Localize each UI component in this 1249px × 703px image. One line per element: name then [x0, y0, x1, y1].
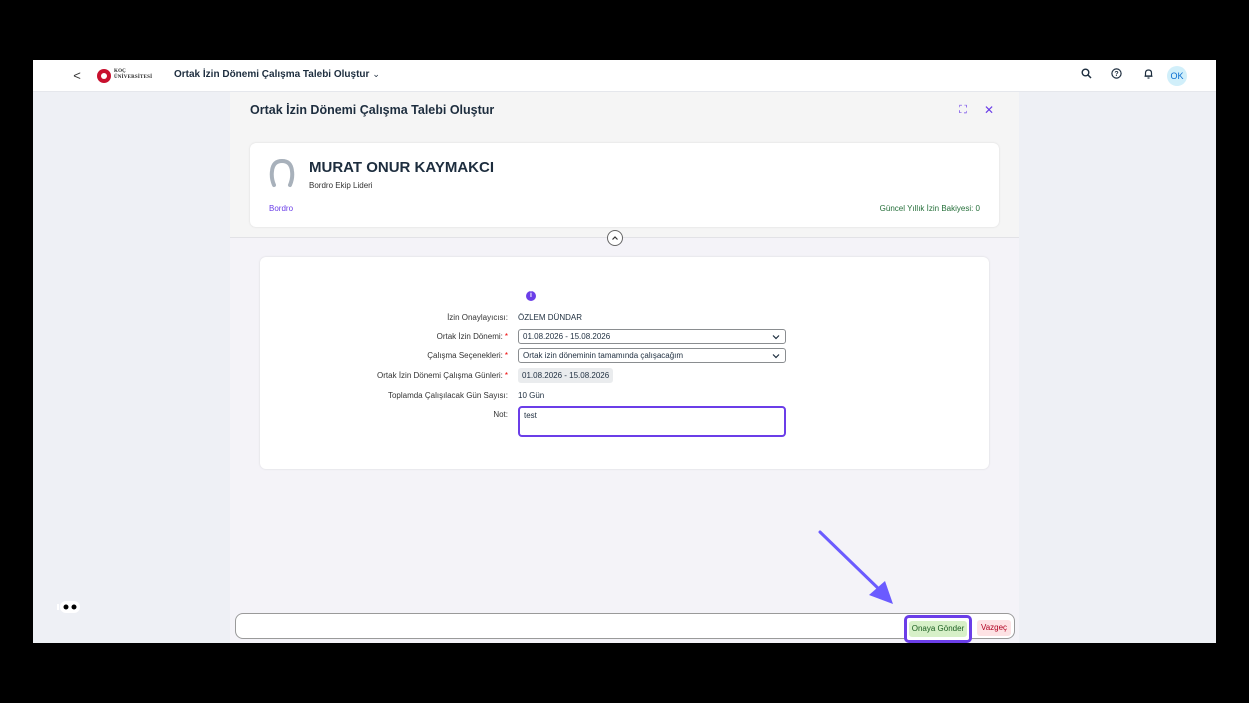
- period-label-text: Ortak İzin Dönemi:: [436, 332, 503, 341]
- required-marker: *: [504, 371, 508, 380]
- side-widget-icon[interactable]: [57, 601, 81, 613]
- period-label: Ortak İzin Dönemi: *: [437, 332, 508, 341]
- dialog-header: Ortak İzin Dönemi Çalışma Talebi Oluştur…: [230, 92, 1019, 238]
- leave-balance: Güncel Yıllık İzin Bakiyesi: 0: [879, 204, 980, 213]
- close-icon[interactable]: ✕: [982, 103, 996, 117]
- approver-value: ÖZLEM DÜNDAR: [518, 313, 583, 322]
- notification-bell-icon[interactable]: [1140, 68, 1156, 84]
- employee-role: Bordro Ekip Lideri: [309, 181, 373, 190]
- work-days-token[interactable]: 01.08.2026 - 15.08.2026: [518, 368, 614, 383]
- approver-label: İzin Onaylayıcısı:: [447, 313, 508, 322]
- app-title: Ortak İzin Dönemi Çalışma Talebi Oluştur: [174, 69, 370, 80]
- app-frame: < KOÇ ÜNİVERSİTESİ Ortak İzin Dönemi Çal…: [33, 60, 1216, 643]
- chevron-down-icon: [772, 349, 780, 364]
- user-avatar[interactable]: OK: [1167, 66, 1187, 86]
- dialog-footer: Onaya Gönder Vazgeç: [235, 613, 1015, 643]
- back-icon[interactable]: <: [69, 68, 85, 84]
- note-label: Not:: [493, 410, 508, 419]
- work-days-label: Ortak İzin Dönemi Çalışma Günleri: *: [377, 371, 508, 380]
- period-select-value: 01.08.2026 - 15.08.2026: [523, 332, 611, 341]
- department-link[interactable]: Bordro: [269, 204, 293, 213]
- fullscreen-icon[interactable]: ⛶: [956, 103, 970, 117]
- total-days-label: Toplamda Çalışılacak Gün Sayısı:: [387, 391, 508, 400]
- collapse-header-button[interactable]: [607, 230, 623, 246]
- options-label: Çalışma Seçenekleri: *: [427, 351, 508, 360]
- annotation-arrow-icon: [818, 530, 893, 604]
- svg-text:?: ?: [1114, 71, 1118, 78]
- period-select[interactable]: 01.08.2026 - 15.08.2026: [518, 329, 786, 344]
- logo-text: KOÇ ÜNİVERSİTESİ: [114, 69, 152, 81]
- logo-emblem-icon: [97, 69, 111, 83]
- options-label-text: Çalışma Seçenekleri:: [427, 351, 503, 360]
- logo-line-2: ÜNİVERSİTESİ: [114, 75, 153, 80]
- required-marker: *: [504, 332, 508, 341]
- required-marker: *: [504, 351, 508, 360]
- cancel-button[interactable]: Vazgeç: [977, 620, 1011, 636]
- search-icon[interactable]: [1078, 68, 1094, 84]
- request-form: i İzin Onaylayıcısı: ÖZLEM DÜNDAR Ortak …: [260, 257, 989, 469]
- send-button-label: Onaya Gönder: [909, 621, 967, 637]
- total-days-value: 10 Gün: [518, 391, 545, 400]
- info-icon[interactable]: i: [526, 291, 536, 301]
- person-placeholder-icon: [269, 158, 295, 188]
- employee-card: MURAT ONUR KAYMAKCI Bordro Ekip Lideri B…: [250, 143, 999, 227]
- app-title-menu[interactable]: Ortak İzin Dönemi Çalışma Talebi Oluştur…: [174, 69, 380, 80]
- chevron-down-icon: [772, 330, 780, 345]
- work-days-label-text: Ortak İzin Dönemi Çalışma Günleri:: [377, 371, 503, 380]
- work-options-value: Ortak izin döneminin tamamında çalışacağ…: [523, 351, 684, 360]
- university-logo[interactable]: KOÇ ÜNİVERSİTESİ: [97, 68, 157, 84]
- work-options-select[interactable]: Ortak izin döneminin tamamında çalışacağ…: [518, 348, 786, 363]
- shell-bar: < KOÇ ÜNİVERSİTESİ Ortak İzin Dönemi Çal…: [33, 60, 1216, 92]
- create-request-dialog: Ortak İzin Dönemi Çalışma Talebi Oluştur…: [230, 92, 1019, 643]
- help-icon[interactable]: ?: [1108, 68, 1124, 84]
- chevron-down-icon: ⌄: [372, 69, 380, 79]
- note-textarea[interactable]: test: [518, 406, 786, 437]
- employee-name: MURAT ONUR KAYMAKCI: [309, 159, 494, 176]
- send-for-approval-button[interactable]: Onaya Gönder: [904, 615, 972, 643]
- dialog-title: Ortak İzin Dönemi Çalışma Talebi Oluştur: [250, 103, 495, 117]
